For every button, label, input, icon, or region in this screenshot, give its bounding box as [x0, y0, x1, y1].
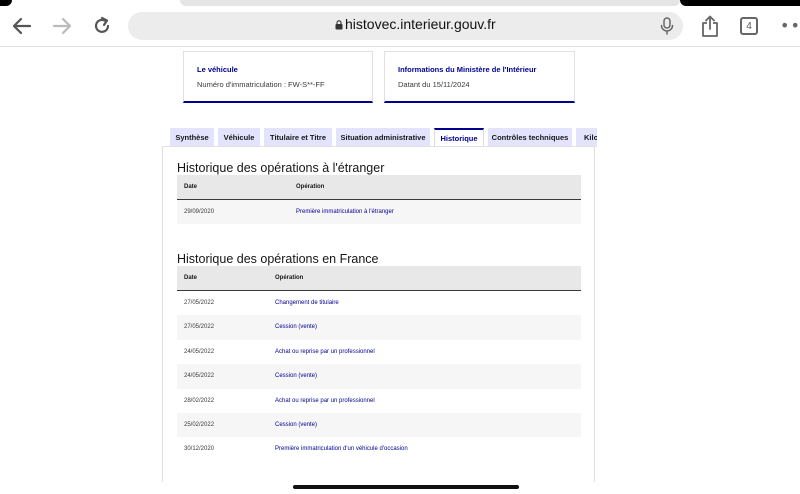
table-header: Date Opération — [177, 175, 581, 200]
forward-button[interactable] — [50, 14, 74, 38]
row-date: 24/05/2022 — [184, 373, 215, 380]
table-row: 28/02/2022 Achat ou reprise par un profe… — [177, 389, 581, 413]
section-tabs: Synthèse Véhicule Titulaire et Titre Sit… — [170, 128, 597, 147]
abroad-table: Date Opération 29/09/2020 Première immat… — [177, 175, 581, 225]
ministry-card-title: Informations du Ministère de l'Intérieur — [398, 65, 537, 74]
table-row: 27/05/2022 Cession (vente) — [177, 315, 581, 340]
reload-icon — [94, 16, 110, 33]
vehicle-card-title: Le véhicule — [197, 65, 238, 74]
france-table: Date Opération 27/05/2022 Changement de … — [177, 266, 581, 462]
table-row: 29/09/2020 Première immatriculation à l'… — [177, 200, 581, 225]
history-panel: Historique des opérations à l'étranger D… — [162, 146, 595, 482]
date-column-header: Date — [184, 184, 198, 190]
table-row: 30/12/2020 Première immatriculation d'un… — [177, 437, 581, 461]
ministry-card: Informations du Ministère de l'Intérieur… — [384, 51, 575, 103]
tab-kilometrage[interactable]: Kilo — [576, 128, 597, 147]
row-date: 25/02/2022 — [184, 421, 215, 428]
row-operation: Cession (vente) — [275, 421, 318, 428]
row-date: 27/05/2022 — [184, 300, 215, 306]
operation-column-header: Opération — [296, 184, 325, 190]
page-content: Le véhicule Numéro d'immatriculation : F… — [0, 47, 800, 482]
back-button[interactable] — [10, 14, 34, 38]
row-operation: Changement de titulaire — [275, 300, 339, 306]
tab-count-button[interactable]: 4 — [740, 17, 758, 35]
back-arrow-icon — [12, 17, 32, 35]
forward-arrow-icon — [52, 17, 72, 35]
date-column-header: Date — [184, 275, 198, 281]
table-row: 25/02/2022 Cession (vente) — [177, 412, 581, 438]
lock-icon — [335, 20, 343, 30]
browser-toolbar: histovec.interieur.gouv.fr 4 ••• — [0, 6, 800, 46]
more-dots-icon[interactable]: ••• — [780, 16, 800, 35]
row-date: 24/05/2022 — [184, 348, 215, 355]
table-row: 27/05/2022 Changement de titulaire — [177, 291, 581, 315]
row-date: 27/05/2022 — [184, 324, 215, 331]
france-section-title: Historique des opérations en France — [177, 252, 379, 266]
row-date: 28/02/2022 — [184, 397, 215, 404]
registration-number: Numéro d'immatriculation : FW-S**-FF — [197, 80, 325, 89]
row-operation: Achat ou reprise par un professionnel — [275, 397, 375, 404]
share-icon — [702, 15, 718, 37]
table-row: 24/05/2022 Cession (vente) — [177, 364, 581, 389]
vehicle-card: Le véhicule Numéro d'immatriculation : F… — [183, 51, 373, 103]
data-date: Datant du 15/11/2024 — [398, 80, 470, 89]
tab-titulaire[interactable]: Titulaire et Titre — [264, 128, 332, 147]
url-text: histovec.interieur.gouv.fr — [345, 16, 496, 32]
address-bar[interactable]: histovec.interieur.gouv.fr — [128, 12, 683, 40]
abroad-section-title: Historique des opérations à l'étranger — [177, 161, 385, 175]
row-date: 30/12/2020 — [184, 446, 215, 453]
row-operation: Cession (vente) — [275, 324, 318, 331]
tab-synthese[interactable]: Synthèse — [170, 128, 214, 147]
home-indicator[interactable] — [293, 485, 519, 489]
tab-vehicule[interactable]: Véhicule — [218, 128, 260, 147]
row-date: 29/09/2020 — [184, 209, 215, 215]
row-operation: Achat ou reprise par un professionnel — [275, 348, 375, 355]
tab-historique[interactable]: Historique — [434, 128, 484, 147]
reload-button[interactable] — [90, 14, 114, 38]
share-button[interactable] — [700, 14, 720, 38]
microphone-icon[interactable] — [657, 16, 677, 36]
row-operation: Cession (vente) — [275, 373, 318, 380]
row-operation: Première immatriculation à l'étranger — [296, 209, 394, 215]
row-operation: Première immatriculation d'un véhicule d… — [275, 446, 408, 453]
table-header: Date Opération — [177, 266, 581, 291]
table-row: 24/05/2022 Achat ou reprise par un profe… — [177, 340, 581, 364]
operation-column-header: Opération — [275, 275, 304, 281]
tab-controles[interactable]: Contrôles techniques — [488, 128, 572, 147]
tab-situation[interactable]: Situation administrative — [336, 128, 430, 147]
